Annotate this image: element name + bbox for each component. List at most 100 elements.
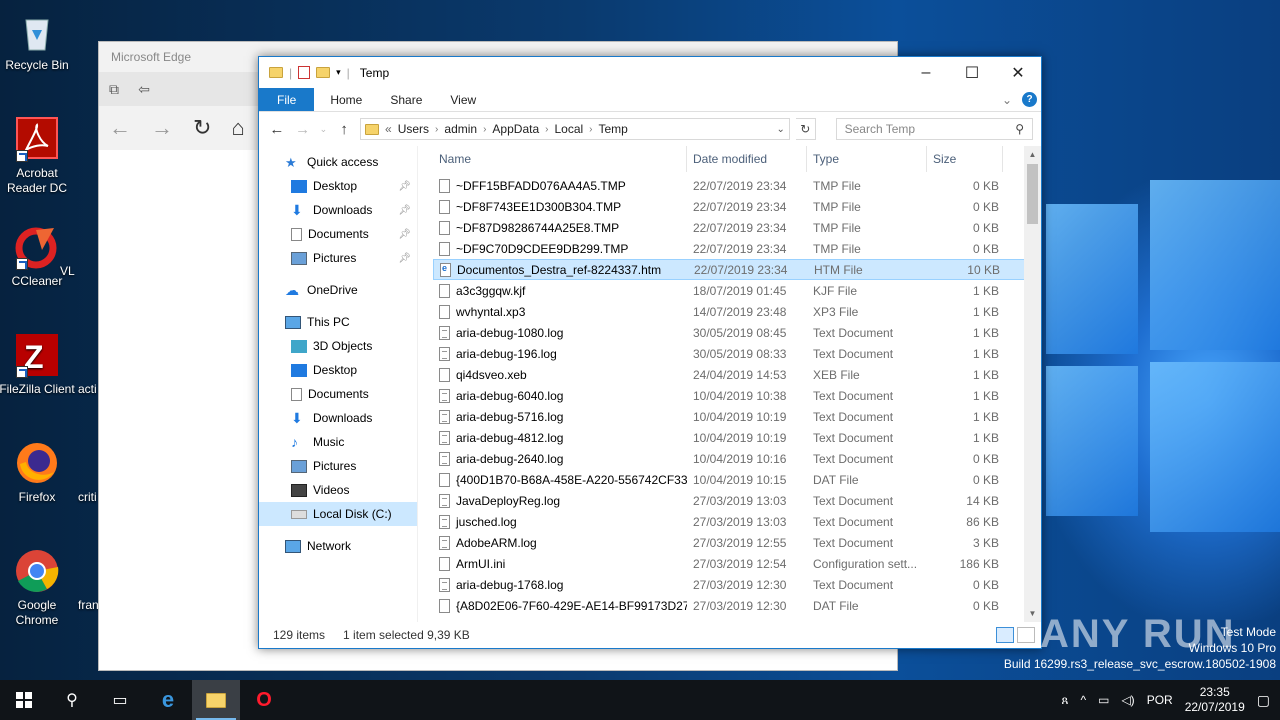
- nav-qa-documents[interactable]: Documents 📌︎: [259, 222, 417, 246]
- desktop-icon-chrome[interactable]: Google Chrome: [0, 548, 75, 628]
- task-view-button[interactable]: ▭: [96, 680, 144, 720]
- forward-icon[interactable]: →: [151, 115, 173, 141]
- desktop-icon-ccleaner[interactable]: CCleaner: [0, 224, 75, 289]
- desktop-icon-acrobat[interactable]: Acrobat Reader DC: [0, 116, 75, 196]
- file-row[interactable]: {400D1B70-B68A-458E-A220-556742CF33... 10…: [433, 469, 1041, 490]
- nav-this-pc[interactable]: This PC: [259, 310, 417, 334]
- maximize-button[interactable]: ☐: [949, 57, 995, 88]
- language-indicator[interactable]: POR: [1147, 693, 1173, 707]
- desktop-icon-label: Acrobat Reader DC: [6, 166, 68, 195]
- breadcrumb-users[interactable]: Users: [398, 122, 429, 136]
- tabs-aside-icon[interactable]: ⧉: [99, 72, 129, 106]
- refresh-button[interactable]: ↻: [795, 118, 816, 140]
- nav-videos[interactable]: Videos: [259, 478, 417, 502]
- new-folder-icon[interactable]: [316, 67, 331, 78]
- nav-documents[interactable]: Documents: [259, 382, 417, 406]
- file-row[interactable]: aria-debug-5716.log 10/04/2019 10:19 Text …: [433, 406, 1041, 427]
- nav-qa-downloads[interactable]: ⬇ Downloads 📌︎: [259, 198, 417, 222]
- file-row[interactable]: jusched.log 27/03/2019 13:03 Text Document…: [433, 511, 1041, 532]
- column-name[interactable]: Name: [433, 146, 687, 172]
- file-row[interactable]: aria-debug-1080.log 30/05/2019 08:45 Text …: [433, 322, 1041, 343]
- chevron-down-icon[interactable]: ▾: [336, 67, 341, 78]
- column-type[interactable]: Type: [807, 146, 927, 172]
- file-row[interactable]: aria-debug-2640.log 10/04/2019 10:16 Text …: [433, 448, 1041, 469]
- search-input[interactable]: Search Temp ⚲: [835, 118, 1034, 140]
- file-row[interactable]: ~DF9C70D9CDEE9DB299.TMP 22/07/2019 23:34 T…: [433, 238, 1041, 259]
- nav-qa-pictures[interactable]: Pictures 📌︎: [259, 246, 417, 270]
- file-row[interactable]: Documentos_Destra_ref-8224337.htm 22/07/2…: [433, 259, 1041, 280]
- breadcrumb-admin[interactable]: admin: [444, 122, 477, 136]
- start-button[interactable]: [0, 680, 48, 720]
- nav-desktop[interactable]: Desktop: [259, 358, 417, 382]
- home-icon[interactable]: ⌂: [231, 115, 244, 141]
- file-row[interactable]: ~DFF15BFADD076AA4A5.TMP 22/07/2019 23:34 T…: [433, 175, 1041, 196]
- file-row[interactable]: ~DF8F743EE1D300B304.TMP 22/07/2019 23:34 T…: [433, 196, 1041, 217]
- clock[interactable]: 23:35 22/07/2019: [1185, 685, 1245, 715]
- scroll-thumb[interactable]: [1027, 164, 1038, 224]
- close-button[interactable]: ✕: [995, 57, 1041, 88]
- nav-local-disk[interactable]: Local Disk (C:): [259, 502, 417, 526]
- nav-qa-desktop[interactable]: Desktop 📌︎: [259, 174, 417, 198]
- tab-preview-icon[interactable]: ⇦: [129, 72, 159, 106]
- search-button[interactable]: ⚲: [48, 680, 96, 720]
- file-row[interactable]: qi4dsveo.xeb 24/04/2019 14:53 XEB File 1 KB: [433, 364, 1041, 385]
- column-date-modified[interactable]: Date modified: [687, 146, 807, 172]
- nav-network[interactable]: Network: [259, 534, 417, 558]
- breadcrumb-local[interactable]: Local: [554, 122, 583, 136]
- taskbar-edge[interactable]: e: [144, 680, 192, 720]
- vertical-scrollbar[interactable]: ▲ ▼: [1024, 146, 1041, 622]
- desktop-icon-partial[interactable]: VL: [60, 264, 100, 279]
- desktop-icon-filezilla[interactable]: Z FileZilla Client: [0, 332, 75, 397]
- address-bar[interactable]: « Users › admin › AppData › Local › Temp…: [360, 118, 790, 140]
- file-row[interactable]: {A8D02E06-7F60-429E-AE14-BF99173D27... 27…: [433, 595, 1041, 616]
- nav-onedrive[interactable]: ☁ OneDrive: [259, 278, 417, 302]
- help-icon[interactable]: ?: [1022, 92, 1037, 107]
- expand-ribbon-icon[interactable]: ⌄: [1002, 93, 1012, 107]
- refresh-icon[interactable]: ↻: [193, 115, 211, 141]
- breadcrumb-appdata[interactable]: AppData: [492, 122, 539, 136]
- chevron-down-icon[interactable]: ⌄: [776, 124, 784, 135]
- desktop-icon-firefox[interactable]: Firefox: [0, 440, 75, 505]
- breadcrumb-temp[interactable]: Temp: [599, 122, 628, 136]
- nav-quick-access[interactable]: ★ Quick access: [259, 150, 417, 174]
- file-explorer-window[interactable]: | ▾ | Temp – ☐ ✕ File Home Share View ⌄ …: [258, 56, 1042, 649]
- file-row[interactable]: ~DF87D98286744A25E8.TMP 22/07/2019 23:34 T…: [433, 217, 1041, 238]
- notifications-icon[interactable]: ▢: [1257, 692, 1270, 709]
- file-row[interactable]: aria-debug-1768.log 27/03/2019 12:30 Text …: [433, 574, 1041, 595]
- nav-3d-objects[interactable]: 3D Objects: [259, 334, 417, 358]
- file-date: 22/07/2019 23:34: [693, 199, 787, 214]
- breadcrumb-overflow[interactable]: «: [385, 122, 392, 136]
- people-icon[interactable]: ጸ: [1061, 693, 1068, 708]
- nav-music[interactable]: ♪ Music: [259, 430, 417, 454]
- scroll-up-icon[interactable]: ▲: [1024, 146, 1041, 163]
- properties-icon[interactable]: [298, 66, 311, 79]
- file-row[interactable]: wvhyntal.xp3 14/07/2019 23:48 XP3 File 1 KB: [433, 301, 1041, 322]
- back-icon[interactable]: ←: [109, 115, 131, 141]
- back-icon[interactable]: ←: [267, 121, 287, 138]
- tab-home[interactable]: Home: [316, 88, 376, 111]
- up-icon[interactable]: ↑: [334, 121, 354, 138]
- file-row[interactable]: AdobeARM.log 27/03/2019 12:55 Text Documen…: [433, 532, 1041, 553]
- tab-view[interactable]: View: [436, 88, 490, 111]
- network-icon[interactable]: ▭: [1098, 693, 1109, 707]
- file-row[interactable]: aria-debug-6040.log 10/04/2019 10:38 Text …: [433, 385, 1041, 406]
- file-row[interactable]: aria-debug-196.log 30/05/2019 08:33 Text D…: [433, 343, 1041, 364]
- file-row[interactable]: aria-debug-4812.log 10/04/2019 10:19 Text …: [433, 427, 1041, 448]
- show-hidden-icons[interactable]: ^: [1080, 693, 1086, 707]
- minimize-button[interactable]: –: [903, 57, 949, 88]
- volume-icon[interactable]: ◁): [1121, 693, 1134, 707]
- taskbar-file-explorer[interactable]: [192, 680, 240, 720]
- nav-pictures[interactable]: Pictures: [259, 454, 417, 478]
- recent-locations-icon[interactable]: ⌄: [318, 124, 328, 135]
- file-row[interactable]: JavaDeployReg.log 27/03/2019 13:03 Text Do…: [433, 490, 1041, 511]
- forward-icon[interactable]: →: [293, 121, 313, 138]
- file-row[interactable]: a3c3ggqw.kjf 18/07/2019 01:45 KJF File 1 KB: [433, 280, 1041, 301]
- scroll-down-icon[interactable]: ▼: [1024, 605, 1041, 622]
- taskbar-opera[interactable]: O: [240, 680, 288, 720]
- desktop-icon-recycle-bin[interactable]: Recycle Bin: [0, 8, 75, 73]
- nav-downloads[interactable]: ⬇ Downloads: [259, 406, 417, 430]
- file-row[interactable]: ArmUI.ini 27/03/2019 12:54 Configuration s…: [433, 553, 1041, 574]
- column-size[interactable]: Size: [927, 146, 1003, 172]
- tab-share[interactable]: Share: [376, 88, 436, 111]
- tab-file[interactable]: File: [259, 88, 315, 111]
